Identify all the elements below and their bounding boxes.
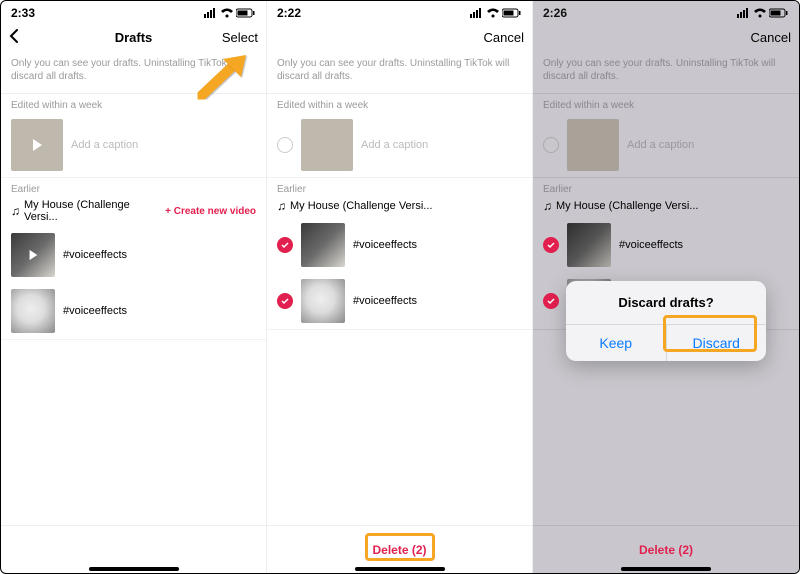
section-header: Edited within a week [1,94,266,113]
draft-thumbnail [11,233,55,277]
draft-caption: #voiceeffects [63,305,127,317]
dialog-buttons: Keep Discard [566,324,766,361]
footer: Delete (2) [533,525,799,573]
draft-item[interactable]: Add a caption [267,113,532,178]
chevron-left-icon [9,29,19,43]
drafts-list: Edited within a week Add a caption Earli… [267,94,532,525]
footer: Delete (2) [267,525,532,573]
home-indicator [621,567,711,571]
screen-2: 2:22 Cancel Only you can see your drafts… [267,1,533,573]
draft-item[interactable]: #voiceeffects [1,283,266,340]
song-row: ♫ My House (Challenge Versi... + Create … [1,197,266,227]
section-header: Earlier [1,178,266,197]
status-icons [737,8,789,18]
select-circle [543,137,559,153]
clock: 2:33 [11,6,35,20]
home-indicator [355,567,445,571]
draft-caption: #voiceeffects [619,239,683,251]
page-title: Drafts [115,30,153,45]
footer [1,525,266,573]
draft-caption: #voiceeffects [63,249,127,261]
select-circle[interactable] [277,137,293,153]
dialog-title: Discard drafts? [566,281,766,324]
draft-caption: #voiceeffects [353,239,417,251]
song-row: ♫ My House (Challenge Versi... [533,197,799,217]
select-button[interactable]: Select [208,30,258,45]
music-note-icon: ♫ [11,204,20,218]
delete-button[interactable]: Delete (2) [372,543,426,557]
status-icons [470,8,522,18]
select-checked[interactable] [277,237,293,253]
draft-thumbnail [301,223,345,267]
draft-thumbnail [567,223,611,267]
section-header: Earlier [267,178,532,197]
caption-placeholder: Add a caption [627,139,694,151]
section-header: Edited within a week [267,94,532,113]
section-header: Earlier [533,178,799,197]
clock: 2:26 [543,6,567,20]
draft-item[interactable]: #voiceeffects [267,217,532,273]
status-bar: 2:33 [1,1,266,23]
hint-text: Only you can see your drafts. Uninstalli… [1,51,266,94]
delete-button: Delete (2) [639,543,693,557]
cancel-button[interactable]: Cancel [741,30,791,45]
nav-bar: Cancel [533,23,799,51]
draft-item[interactable]: #voiceeffects [1,227,266,283]
draft-thumbnail [567,119,619,171]
draft-thumbnail [11,289,55,333]
back-button[interactable] [9,29,59,46]
status-icons [204,8,256,18]
draft-item: Add a caption [533,113,799,178]
discard-button[interactable]: Discard [666,325,767,361]
cancel-button[interactable]: Cancel [474,30,524,45]
draft-caption: #voiceeffects [353,295,417,307]
draft-thumbnail [301,119,353,171]
screen-1: 2:33 Drafts Select Only you can see your… [1,1,267,573]
hint-text: Only you can see your drafts. Uninstalli… [267,51,532,94]
select-checked [543,237,559,253]
draft-item[interactable]: Add a caption [1,113,266,178]
music-note-icon: ♫ [277,199,286,213]
status-bar: 2:22 [267,1,532,23]
music-note-icon: ♫ [543,199,552,213]
play-icon [30,138,44,152]
song-name: My House (Challenge Versi... [556,200,698,212]
select-checked[interactable] [277,293,293,309]
draft-thumbnail [301,279,345,323]
hint-text: Only you can see your drafts. Uninstalli… [533,51,799,94]
discard-dialog: Discard drafts? Keep Discard [566,281,766,361]
select-checked [543,293,559,309]
draft-item: #voiceeffects [533,217,799,273]
drafts-list: Edited within a week Add a caption Earli… [1,94,266,525]
draft-thumbnail [11,119,63,171]
nav-bar: Cancel [267,23,532,51]
song-row: ♫ My House (Challenge Versi... [267,197,532,217]
draft-item[interactable]: #voiceeffects [267,273,532,330]
section-header: Edited within a week [533,94,799,113]
home-indicator [89,567,179,571]
screen-3: 2:26 Cancel Only you can see your drafts… [533,1,799,573]
keep-button[interactable]: Keep [566,325,666,361]
song-name: My House (Challenge Versi... [290,200,432,212]
caption-placeholder: Add a caption [71,139,138,151]
create-new-video[interactable]: + Create new video [165,206,256,217]
nav-bar: Drafts Select [1,23,266,51]
clock: 2:22 [277,6,301,20]
song-name: My House (Challenge Versi... [24,199,161,223]
status-bar: 2:26 [533,1,799,23]
play-icon [27,249,39,261]
caption-placeholder: Add a caption [361,139,428,151]
